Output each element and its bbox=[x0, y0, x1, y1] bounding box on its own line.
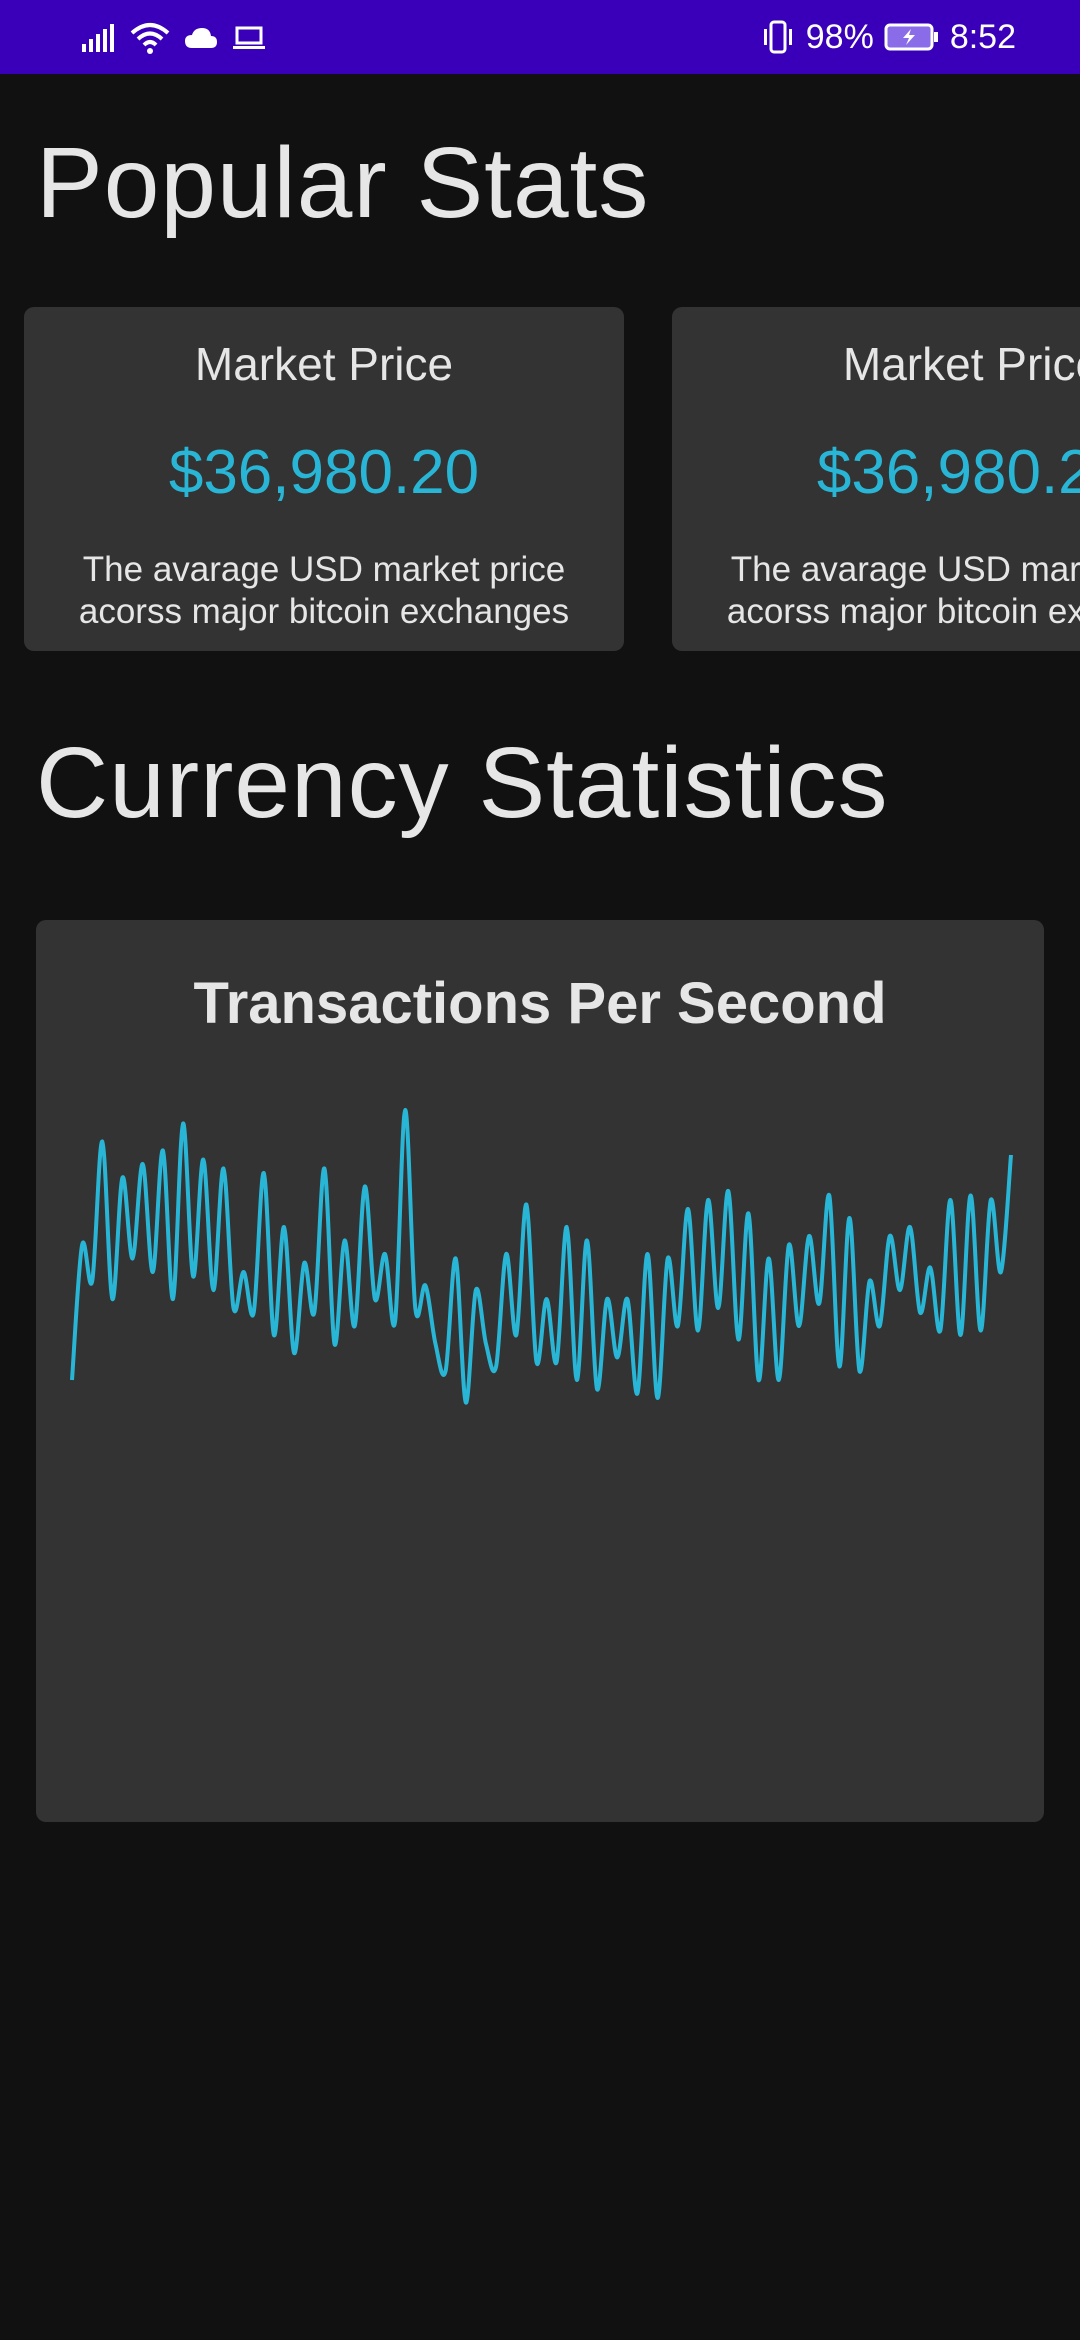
cloud-icon bbox=[184, 26, 218, 50]
laptop-icon bbox=[232, 25, 266, 51]
card-description-line: The avarage USD market price bbox=[730, 550, 1080, 589]
battery-icon bbox=[884, 23, 940, 51]
card-value: $36,980.20 bbox=[168, 438, 480, 507]
card-description: The avarage USD market price acorss majo… bbox=[24, 549, 624, 633]
market-price-card-2[interactable]: Market Price $36,980.20 The avarage USD … bbox=[672, 307, 1080, 651]
wifi-icon bbox=[130, 21, 170, 55]
vibrate-icon bbox=[760, 20, 796, 54]
card-description-line: acorss major bitcoin exchanges bbox=[78, 592, 570, 631]
series-line bbox=[70, 1107, 1013, 1405]
transactions-line-chart bbox=[70, 1107, 1013, 1405]
card-description-line: The avarage USD market price bbox=[82, 550, 566, 589]
card-title: Market Price bbox=[194, 338, 454, 390]
status-bar: 98% 8:52 bbox=[0, 0, 1080, 74]
status-icons-right: 98% 8:52 bbox=[760, 14, 1016, 60]
market-price-card[interactable]: Market Price $36,980.20 The avarage USD … bbox=[24, 307, 624, 651]
popular-stats-title: Popular Stats bbox=[36, 127, 650, 239]
card-title: Market Price bbox=[842, 338, 1080, 390]
card-description-line: acorss major bitcoin exchanges bbox=[726, 592, 1080, 631]
battery-percent: 98% bbox=[805, 17, 874, 56]
clock: 8:52 bbox=[949, 17, 1016, 56]
card-value: $36,980.20 bbox=[816, 438, 1080, 507]
card-description: The avarage USD market price acorss majo… bbox=[672, 549, 1080, 633]
signal-icon bbox=[80, 22, 116, 54]
currency-statistics-title: Currency Statistics bbox=[36, 727, 889, 839]
status-icons-left bbox=[80, 18, 266, 58]
transactions-chart-card[interactable]: Transactions Per Second bbox=[36, 920, 1044, 1822]
